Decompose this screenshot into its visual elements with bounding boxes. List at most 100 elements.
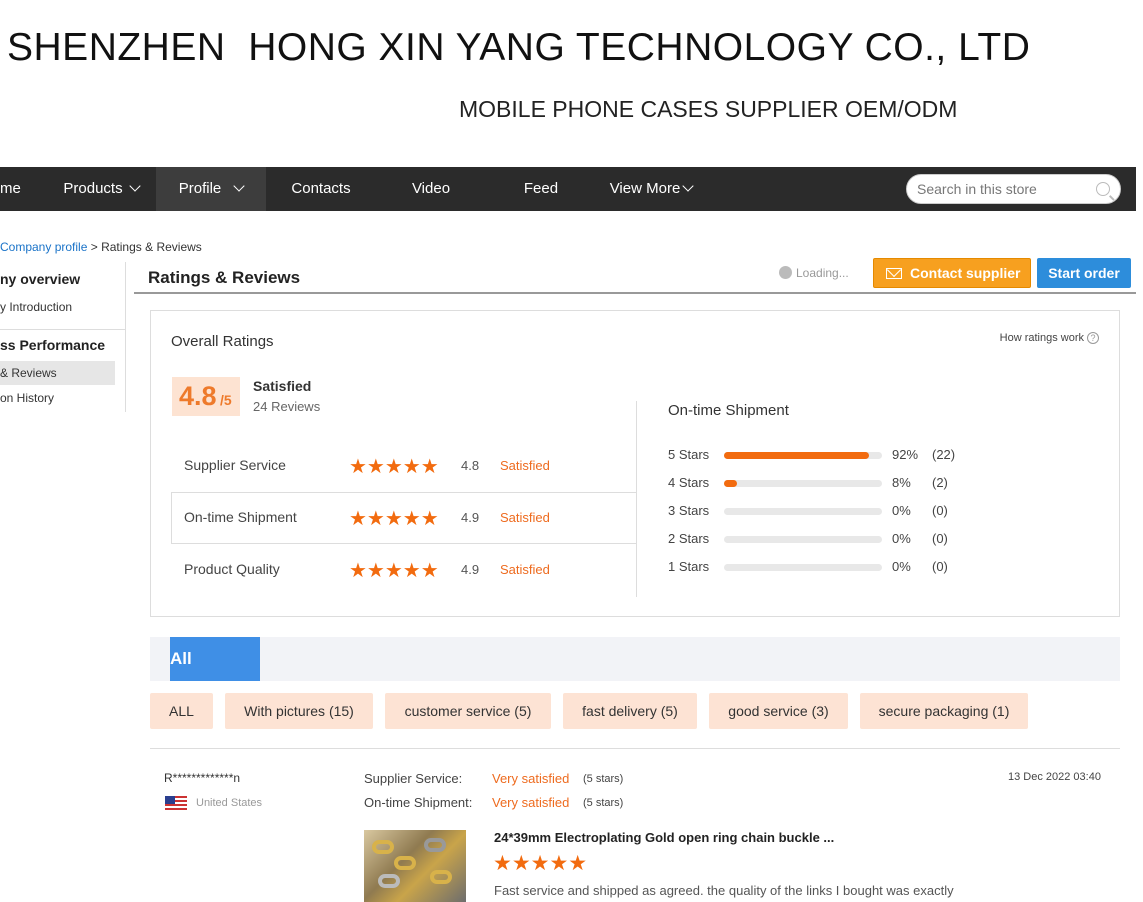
page-title: Ratings & Reviews xyxy=(148,268,301,287)
store-nav: me Products Profile Contacts Video Feed … xyxy=(0,167,1136,211)
filter-chip[interactable]: customer service (5) xyxy=(385,693,551,729)
chevron-down-icon xyxy=(128,180,141,192)
distribution-percent: 8% xyxy=(892,475,911,490)
nav-profile[interactable]: Profile xyxy=(156,167,266,211)
breadcrumb-company-profile[interactable]: Company profile xyxy=(0,240,87,254)
product-thumbnail[interactable] xyxy=(364,830,466,902)
search-input[interactable] xyxy=(917,181,1092,197)
filter-chip[interactable]: ALL xyxy=(150,693,213,729)
us-flag-icon xyxy=(165,796,187,811)
star-distribution-row: 1 Stars 0% (0) xyxy=(668,557,968,577)
reviewer-country: United States xyxy=(196,797,263,809)
nav-products[interactable]: Products xyxy=(46,167,156,211)
nav-profile-label: Profile xyxy=(178,180,222,197)
sidebar-item-introduction[interactable]: y Introduction xyxy=(0,300,72,314)
review-service-value: Very satisfied xyxy=(492,771,570,786)
sidebar-item-reviews[interactable]: & Reviews xyxy=(0,366,57,380)
star-rating-icon: ★★★★★ xyxy=(493,852,588,875)
filter-chip[interactable]: secure packaging (1) xyxy=(860,693,1028,729)
distribution-count: (0) xyxy=(932,531,948,546)
distribution-percent: 0% xyxy=(892,503,911,518)
loading-text: Loading... xyxy=(796,266,849,280)
help-icon: ? xyxy=(1087,332,1099,344)
review-service-stars: (5 stars) xyxy=(583,773,624,785)
how-ratings-link[interactable]: How ratings work? xyxy=(1000,332,1099,344)
star-distribution-row: 5 Stars 92% (22) xyxy=(668,445,968,465)
overall-score: 4.8 xyxy=(179,381,217,411)
distribution-count: (0) xyxy=(932,503,948,518)
metric-name: Supplier Service xyxy=(184,457,286,473)
distribution-bar xyxy=(724,480,882,487)
store-search[interactable] xyxy=(906,174,1121,204)
distribution-bar-fill xyxy=(724,480,737,487)
tab-all-reviews[interactable]: All Reviews xyxy=(170,637,260,712)
metric-row: On-time Shipment ★★★★★ 4.9 Satisfied xyxy=(171,492,636,544)
search-icon[interactable] xyxy=(1096,182,1110,196)
star-level-label: 2 Stars xyxy=(668,531,710,546)
distribution-bar xyxy=(724,564,882,571)
contact-supplier-button[interactable]: Contact supplier xyxy=(873,258,1031,288)
chain-link-shape xyxy=(394,856,416,870)
chevron-down-icon xyxy=(682,180,694,192)
distribution-percent: 0% xyxy=(892,559,911,574)
nav-video[interactable]: Video xyxy=(376,167,486,211)
company-name: SHENZHEN HONG XIN YANG TECHNOLOGY CO., L… xyxy=(7,26,1031,69)
sidebar-heading-performance[interactable]: ss Performance xyxy=(0,337,105,353)
chevron-down-icon xyxy=(233,180,245,192)
loading-icon xyxy=(779,266,792,279)
sidebar-divider xyxy=(0,329,126,330)
profile-sidebar: ny overview y Introduction ss Performanc… xyxy=(0,262,126,412)
distribution-count: (22) xyxy=(932,447,956,462)
reviewer-name: R*************n xyxy=(164,771,241,785)
distribution-percent: 0% xyxy=(892,531,911,546)
title-divider xyxy=(134,292,1136,294)
chain-link-shape xyxy=(378,874,400,888)
metric-name: On-time Shipment xyxy=(184,509,297,525)
start-order-button[interactable]: Start order xyxy=(1037,258,1131,288)
review-service-label: Supplier Service: xyxy=(364,771,463,786)
review-shipment-value: Very satisfied xyxy=(492,795,570,810)
review-date: 13 Dec 2022 03:40 xyxy=(1008,771,1101,783)
star-distribution-row: 4 Stars 8% (2) xyxy=(668,473,968,493)
nav-view-more-label: View More xyxy=(609,180,681,197)
distribution-bar xyxy=(724,536,882,543)
nav-view-more[interactable]: View More xyxy=(596,167,706,211)
filter-chip[interactable]: good service (3) xyxy=(709,693,848,729)
metric-score: 4.8 xyxy=(461,458,480,473)
metric-row: Supplier Service ★★★★★ 4.8 Satisfied xyxy=(171,440,636,492)
panel-divider xyxy=(636,401,637,597)
shipment-title: On-time Shipment xyxy=(668,402,789,419)
nav-home[interactable]: me xyxy=(0,167,40,211)
review-shipment-stars: (5 stars) xyxy=(583,797,624,809)
breadcrumb-separator: > xyxy=(90,240,98,254)
star-rating-icon: ★★★★★ xyxy=(349,508,439,530)
filter-chip[interactable]: With pictures (15) xyxy=(225,693,373,729)
contact-supplier-label: Contact supplier xyxy=(910,265,1021,281)
reviews-divider xyxy=(150,748,1120,749)
distribution-percent: 92% xyxy=(892,447,919,462)
metric-satisfaction: Satisfied xyxy=(500,458,550,473)
overall-score-badge: 4.8 /5 xyxy=(172,377,240,416)
metric-satisfaction: Satisfied xyxy=(500,562,550,577)
review-product-link[interactable]: 24*39mm Electroplating Gold open ring ch… xyxy=(494,830,834,845)
review-shipment-label: On-time Shipment: xyxy=(364,795,473,810)
overall-ratings-label: Overall Ratings xyxy=(171,333,274,350)
distribution-count: (0) xyxy=(932,559,948,574)
breadcrumb-current: Ratings & Reviews xyxy=(101,240,202,254)
metric-score: 4.9 xyxy=(461,562,480,577)
distribution-bar-fill xyxy=(724,452,870,459)
sidebar-heading-overview[interactable]: ny overview xyxy=(0,271,80,287)
nav-products-label: Products xyxy=(63,180,123,197)
metric-row: Product Quality ★★★★★ 4.9 Satisfied xyxy=(171,544,636,596)
chain-link-shape xyxy=(424,838,446,852)
nav-contacts[interactable]: Contacts xyxy=(266,167,376,211)
overall-score-max: /5 xyxy=(220,392,232,408)
reviews-count: 24 Reviews xyxy=(253,399,321,414)
sidebar-item-history[interactable]: on History xyxy=(0,391,54,405)
mail-icon xyxy=(886,268,902,279)
filter-chip[interactable]: fast delivery (5) xyxy=(563,693,697,729)
chain-link-shape xyxy=(372,840,394,854)
star-level-label: 1 Stars xyxy=(668,559,710,574)
loading-indicator: Loading... xyxy=(779,266,849,280)
nav-feed[interactable]: Feed xyxy=(486,167,596,211)
